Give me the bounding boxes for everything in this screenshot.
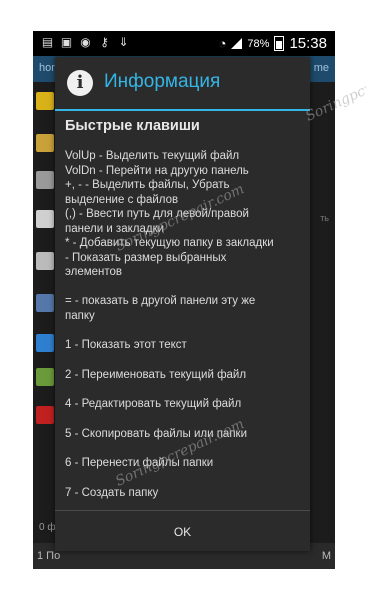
folder-icon — [36, 134, 54, 152]
shortcut-line: - Показать размер выбранных — [65, 251, 227, 264]
battery-icon — [274, 36, 285, 51]
info-dialog: i Информация Быстрые клавиши VolUp - Выд… — [55, 57, 310, 551]
shortcut-line: элементов — [65, 266, 123, 278]
dialog-divider — [55, 109, 310, 111]
shortcut-line: выделение с файлов — [65, 193, 179, 206]
image-icon: ▣ — [60, 35, 73, 49]
shortcut-item: 7 - Создать папку — [65, 486, 159, 499]
battery-percentage: 78% — [247, 37, 270, 50]
status-right: ◔ 78% 15:38 — [219, 35, 327, 52]
clock: 15:38 — [289, 35, 327, 52]
shortcut-line: VolUp - Выделить текущий файл — [65, 150, 240, 162]
shortcut-line: +, - - Выделить файлы, Убрать — [65, 179, 230, 191]
ftp-icon — [36, 252, 54, 270]
list-icon — [36, 210, 54, 228]
background-side-text: ть — [320, 213, 329, 223]
shortcut-line: VolDn - Перейти на другую панель — [65, 164, 249, 177]
background-bottom-right: М — [321, 550, 331, 562]
wifi-icon: ◔ — [218, 36, 227, 51]
notification-icons: ▤ ▣ ◉ ⚷ ⇓ — [41, 36, 130, 49]
bookmark-star-icon — [36, 92, 54, 110]
background-tab-right: me — [313, 62, 329, 74]
dialog-footer: OK — [55, 510, 310, 551]
shortcut-item: 5 - Скопировать файлы или папки — [65, 427, 248, 440]
sdcard-icon — [36, 171, 54, 189]
info-icon: i — [67, 70, 93, 96]
phone-screen: ▤ ▣ ◉ ⚷ ⇓ ◔ 78% 15:38 hom me ть 0 фа 1 П… — [33, 31, 335, 569]
signal-icon — [231, 38, 243, 49]
dialog-header: i Информация — [55, 57, 310, 109]
shortcuts-heading: Быстрые клавиши — [65, 118, 200, 134]
print-icon: ▤ — [41, 35, 54, 49]
shortcut-item: 4 - Редактировать текущий файл — [65, 398, 242, 410]
app-icon — [36, 334, 54, 352]
shortcut-item: 1 - Показать этот текст — [65, 339, 187, 351]
dialog-title: Информация — [104, 71, 221, 92]
android-icon — [36, 368, 54, 386]
shield-icon: ◉ — [80, 35, 91, 49]
download-icon: ⇓ — [118, 35, 129, 49]
shortcut-line: папку — [65, 309, 95, 322]
network-icon — [36, 294, 54, 312]
shortcut-line: = - показать в другой панели эту же — [65, 295, 256, 307]
power-icon — [36, 406, 54, 424]
key-icon: ⚷ — [100, 35, 109, 49]
shortcut-item: 2 - Переименовать текущий файл — [65, 368, 247, 381]
background-bottom-left: 1 По — [37, 550, 61, 562]
ok-button[interactable]: OK — [55, 511, 310, 551]
status-bar: ▤ ▣ ◉ ⚷ ⇓ ◔ 78% 15:38 — [33, 31, 335, 56]
shortcut-line: * - Добавить текущую папку в закладки — [65, 237, 274, 249]
